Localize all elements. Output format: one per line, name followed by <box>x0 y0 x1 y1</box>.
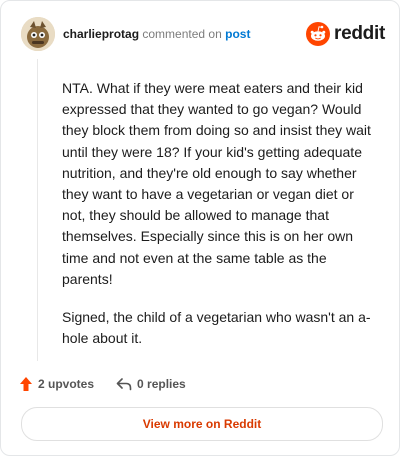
reddit-snoo-icon <box>306 22 331 46</box>
reply-arrow-icon <box>116 378 132 391</box>
replies-stat[interactable]: 0 replies <box>116 377 186 391</box>
comment-header: charlieprotag commented on post reddit <box>21 17 385 51</box>
upvotes-stat[interactable]: 2 upvotes <box>19 376 94 392</box>
user-avatar[interactable] <box>21 17 55 51</box>
comment-paragraph: NTA. What if they were meat eaters and t… <box>62 80 371 287</box>
reddit-wordmark: reddit <box>334 23 385 44</box>
avatar-illustration-icon <box>21 17 55 51</box>
post-link[interactable]: post <box>225 27 250 41</box>
comment-meta: charlieprotag commented on post <box>63 26 250 42</box>
upvotes-label: 2 upvotes <box>38 377 95 391</box>
view-more-button[interactable]: View more on Reddit <box>21 407 383 441</box>
upvote-arrow-icon <box>20 377 32 391</box>
comment-paragraph: Signed, the child of a vegetarian who wa… <box>62 309 371 347</box>
comment-body: NTA. What if they were meat eaters and t… <box>62 78 380 366</box>
thread-line <box>37 59 38 361</box>
comment-embed-card: charlieprotag commented on post reddit N… <box>0 0 400 456</box>
username-link[interactable]: charlieprotag <box>63 27 139 41</box>
replies-label: 0 replies <box>137 377 186 391</box>
comment-footer: 2 upvotes 0 replies <box>19 375 208 393</box>
action-text: commented on <box>142 27 222 41</box>
reddit-logo[interactable]: reddit <box>306 22 385 46</box>
